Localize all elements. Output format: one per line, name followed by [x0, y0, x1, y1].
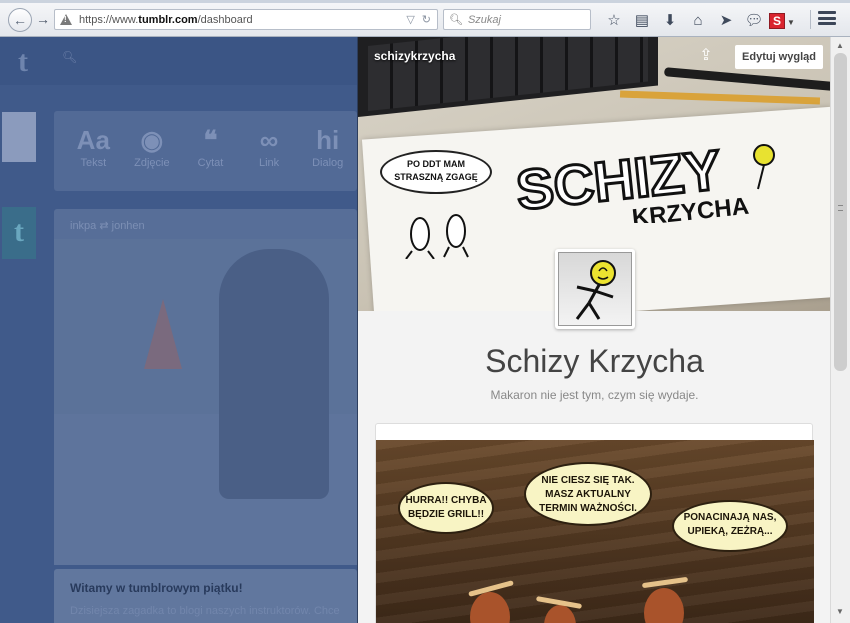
- address-bar[interactable]: https://www.tumblr.com/dashboard ▽ ↻: [54, 9, 438, 30]
- back-button[interactable]: ←: [8, 8, 32, 32]
- post-figure: [219, 249, 329, 499]
- camera-icon: ◉: [140, 125, 164, 155]
- welcome-card: Witamy w tumblrowym piątku! Dzisiejsza z…: [54, 569, 357, 623]
- bookmark-star-icon[interactable]: ☆: [600, 11, 628, 29]
- comic-bubble-1: HURRA!! CHYBA BĘDZIE GRILL!!: [398, 482, 494, 534]
- quote-icon: ❝: [203, 125, 218, 155]
- schizy-krzycha-logo: SCHIZY KRZYCHA: [512, 136, 775, 223]
- warning-icon: [60, 13, 73, 26]
- header-speech-bubble: PO DDT MAM STRASZNĄ ZGAGĘ: [380, 150, 492, 194]
- blog-panel: PO DDT MAM STRASZNĄ ZGAGĘ SCHIZY KRZYCHA…: [357, 37, 830, 623]
- comic-image[interactable]: HURRA!! CHYBA BĘDZIE GRILL!! NIE CIESZ S…: [376, 440, 814, 623]
- text-icon: Aa: [76, 125, 110, 155]
- dashboard-header: t 🔍︎: [0, 37, 357, 85]
- dashboard-background: t 🔍︎ t Aa Tekst ◉ Zdjęcie ❝ Cytat ∞ Link hi D…: [0, 37, 357, 623]
- toolbar-separator: [810, 10, 811, 29]
- arrow-left-icon: ←: [13, 12, 27, 28]
- search-bar[interactable]: 🔍︎ Szukaj: [443, 9, 591, 30]
- browser-toolbar: ← → https://www.tumblr.com/dashboard ▽ ↻…: [0, 0, 850, 37]
- reading-list-icon[interactable]: ▤: [628, 11, 656, 29]
- tumblr-logo[interactable]: t: [18, 45, 28, 79]
- search-icon: 🔍︎: [449, 14, 463, 26]
- search-icon: 🔍︎: [62, 50, 78, 64]
- chat-icon: hi: [316, 125, 340, 155]
- search-placeholder: Szukaj: [467, 13, 501, 26]
- post-type-text[interactable]: Aa Tekst: [64, 111, 123, 191]
- blog-avatar[interactable]: [555, 249, 635, 329]
- toolbar-icons: ☆ ▤ ⬇ ⌂ ➤ 💬︎ S ▼: [600, 9, 796, 31]
- pen-image: [663, 67, 830, 92]
- share-icon[interactable]: ⇪: [694, 45, 718, 67]
- post-type-quote[interactable]: ❝ Cytat: [181, 111, 240, 191]
- scroll-up-icon[interactable]: ▲: [836, 41, 844, 50]
- post-type-photo[interactable]: ◉ Zdjęcie: [123, 111, 182, 191]
- scroll-down-icon[interactable]: ▼: [836, 607, 844, 616]
- post-type-bar: Aa Tekst ◉ Zdjęcie ❝ Cytat ∞ Link hi Dialog: [54, 111, 357, 191]
- blog-post: HURRA!! CHYBA BĘDZIE GRILL!! NIE CIESZ S…: [375, 423, 814, 623]
- user-avatar[interactable]: [2, 112, 36, 162]
- header-bugs-drawing: [405, 214, 469, 259]
- blog-description: Makaron nie jest tym, czym się wydaje.: [490, 388, 699, 402]
- pencil-image: [619, 90, 821, 105]
- tumblr-avatar[interactable]: t: [2, 207, 36, 259]
- edit-appearance-button[interactable]: Edytuj wygląd: [735, 45, 823, 69]
- menu-icon[interactable]: [818, 11, 836, 25]
- home-icon[interactable]: ⌂: [684, 12, 712, 29]
- post-art: [144, 299, 182, 369]
- link-icon: ∞: [259, 125, 279, 155]
- reload-icon[interactable]: ↻: [422, 13, 431, 26]
- comic-bubble-2: NIE CIESZ SIĘ TAK. MASZ AKTUALNY TERMIN …: [524, 462, 652, 526]
- welcome-text: Dzisiejsza zagadka to blogi naszych inst…: [70, 605, 340, 617]
- url-text: https://www.tumblr.com/dashboard: [79, 13, 253, 26]
- forward-button[interactable]: →: [36, 11, 50, 27]
- comic-bubble-3: PONACINAJĄ NAS, UPIEKĄ, ZEŻRĄ...: [672, 500, 788, 552]
- avatar-image: [558, 252, 632, 326]
- chat-icon[interactable]: 💬︎: [740, 11, 768, 29]
- blog-name[interactable]: schizykrzycha: [374, 49, 455, 63]
- arrow-right-icon: →: [36, 11, 50, 27]
- panel-scrollbar[interactable]: ▲ ▼: [830, 37, 850, 623]
- dashboard-post: inkpa ⇄ jonhen: [54, 209, 357, 565]
- post-type-link[interactable]: ∞ Link: [240, 111, 299, 191]
- blog-title: Schizy Krzycha: [485, 343, 704, 379]
- s-icon: S: [769, 12, 786, 29]
- download-icon[interactable]: ⬇: [656, 11, 684, 29]
- stick-figure-icon: [575, 260, 616, 320]
- caret-down-icon: ▼: [787, 17, 795, 27]
- welcome-title: Witamy w tumblrowym piątku!: [70, 581, 243, 595]
- send-icon[interactable]: ➤: [712, 11, 740, 29]
- post-type-chat[interactable]: hi Dialog: [298, 111, 357, 191]
- scrollbar-thumb[interactable]: [834, 53, 847, 371]
- extension-s-button[interactable]: S ▼: [768, 12, 796, 29]
- post-meta: inkpa ⇄ jonhen: [70, 220, 145, 232]
- tabstrip-edge: [0, 0, 850, 3]
- dropdown-triangle-icon[interactable]: ▽: [406, 13, 414, 26]
- dashboard-search[interactable]: 🔍︎: [62, 50, 352, 72]
